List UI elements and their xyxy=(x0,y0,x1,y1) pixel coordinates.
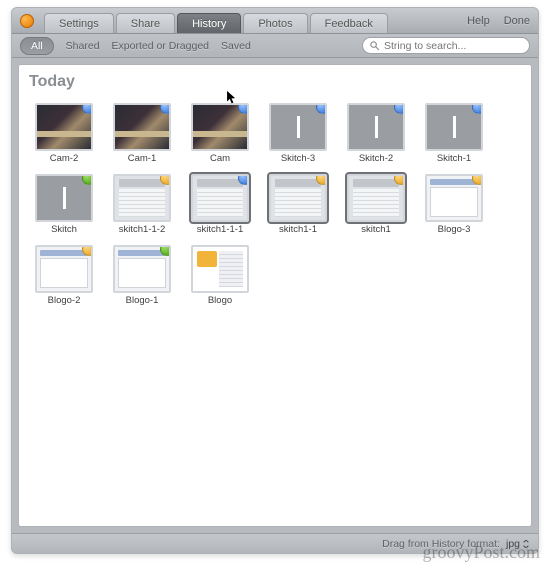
thumbnail-image[interactable] xyxy=(35,245,93,293)
orange-badge-icon xyxy=(82,245,93,256)
orange-badge-icon xyxy=(394,174,405,185)
thumb-item[interactable]: skitch1-1-1 xyxy=(183,174,257,235)
done-button[interactable]: Done xyxy=(504,15,530,27)
thumb-label: Skitch xyxy=(27,224,101,235)
app-window: SettingsShareHistoryPhotosFeedback Help … xyxy=(11,7,539,554)
thumb-item[interactable]: Blogo-3 xyxy=(417,174,491,235)
thumb-label: skitch1 xyxy=(339,224,413,235)
section-title: Today xyxy=(19,65,531,95)
thumbnail-image[interactable] xyxy=(35,174,93,222)
filter-all[interactable]: All xyxy=(20,37,54,55)
thumb-label: Skitch-1 xyxy=(417,153,491,164)
thumb-item[interactable]: skitch1-1-2 xyxy=(105,174,179,235)
thumb-label: Blogo-3 xyxy=(417,224,491,235)
filter-group: All Shared Exported or Dragged Saved xyxy=(20,37,251,55)
thumb-label: skitch1-1-1 xyxy=(183,224,257,235)
blue-badge-icon xyxy=(238,174,249,185)
green-badge-icon xyxy=(160,245,171,256)
thumbnail-image[interactable] xyxy=(191,174,249,222)
thumb-label: Blogo-2 xyxy=(27,295,101,306)
toolbar-right: Help Done xyxy=(453,8,538,33)
thumb-label: skitch1-1 xyxy=(261,224,335,235)
search-input[interactable] xyxy=(384,40,523,52)
tab-photos[interactable]: Photos xyxy=(243,13,307,33)
top-toolbar: SettingsShareHistoryPhotosFeedback Help … xyxy=(12,8,538,34)
thumbnail-image[interactable] xyxy=(425,174,483,222)
thumb-item[interactable]: skitch1-1 xyxy=(261,174,335,235)
thumb-item[interactable]: Cam-1 xyxy=(105,103,179,164)
format-value: jpg xyxy=(506,538,520,550)
thumbnail-grid: Cam-2 Cam-1 Cam Skitch-3 Skitch-2 Skitch-1 Ski… xyxy=(19,95,531,316)
thumbnail-image[interactable] xyxy=(347,174,405,222)
filter-saved[interactable]: Saved xyxy=(221,40,251,52)
thumb-label: Cam-2 xyxy=(27,153,101,164)
thumb-item[interactable]: Blogo-1 xyxy=(105,245,179,306)
search-field[interactable] xyxy=(362,37,530,54)
blue-badge-icon xyxy=(394,103,405,114)
thumb-label: Cam-1 xyxy=(105,153,179,164)
thumbnail-image[interactable] xyxy=(113,174,171,222)
filter-bar: All Shared Exported or Dragged Saved xyxy=(12,34,538,58)
thumb-item[interactable]: Cam xyxy=(183,103,257,164)
tab-strip: SettingsShareHistoryPhotosFeedback xyxy=(44,8,390,33)
orange-badge-icon xyxy=(472,174,483,185)
thumbnail-image[interactable] xyxy=(113,245,171,293)
blue-badge-icon xyxy=(472,103,483,114)
thumb-label: Skitch-3 xyxy=(261,153,335,164)
thumbnail-image[interactable] xyxy=(191,103,249,151)
tab-history[interactable]: History xyxy=(177,13,241,33)
filter-exported-or-dragged[interactable]: Exported or Dragged xyxy=(112,40,209,52)
format-dropdown[interactable]: jpg xyxy=(506,538,530,550)
thumbnail-image[interactable] xyxy=(191,245,249,293)
thumb-item[interactable]: Skitch-1 xyxy=(417,103,491,164)
content-area: Today Cam-2 Cam-1 Cam Skitch-3 Skitch-2 Skitc… xyxy=(18,64,532,527)
footer-label: Drag from History format: xyxy=(382,538,500,550)
thumbnail-image[interactable] xyxy=(269,103,327,151)
orange-badge-icon xyxy=(316,174,327,185)
tab-feedback[interactable]: Feedback xyxy=(310,13,388,33)
thumb-item[interactable]: skitch1 xyxy=(339,174,413,235)
orange-badge-icon xyxy=(160,174,171,185)
thumb-label: Blogo xyxy=(183,295,257,306)
tab-share[interactable]: Share xyxy=(116,13,175,33)
thumbnail-image[interactable] xyxy=(347,103,405,151)
blue-badge-icon xyxy=(82,103,93,114)
thumb-label: Cam xyxy=(183,153,257,164)
thumb-label: Blogo-1 xyxy=(105,295,179,306)
footer-bar: Drag from History format: jpg xyxy=(12,533,538,553)
chevron-updown-icon xyxy=(522,540,530,548)
tab-settings[interactable]: Settings xyxy=(44,13,114,33)
status-dot-icon xyxy=(20,14,34,28)
thumb-item[interactable]: Cam-2 xyxy=(27,103,101,164)
thumb-item[interactable]: Skitch-2 xyxy=(339,103,413,164)
blue-badge-icon xyxy=(316,103,327,114)
help-link[interactable]: Help xyxy=(467,15,490,27)
thumb-label: skitch1-1-2 xyxy=(105,224,179,235)
filter-shared[interactable]: Shared xyxy=(66,40,100,52)
blue-badge-icon xyxy=(238,103,249,114)
green-badge-icon xyxy=(82,174,93,185)
search-icon xyxy=(369,40,380,51)
thumb-label: Skitch-2 xyxy=(339,153,413,164)
thumbnail-image[interactable] xyxy=(425,103,483,151)
thumb-item[interactable]: Skitch-3 xyxy=(261,103,335,164)
blue-badge-icon xyxy=(160,103,171,114)
thumbnail-image[interactable] xyxy=(269,174,327,222)
thumb-item[interactable]: Skitch xyxy=(27,174,101,235)
thumb-item[interactable]: Blogo-2 xyxy=(27,245,101,306)
thumb-item[interactable]: Blogo xyxy=(183,245,257,306)
thumbnail-image[interactable] xyxy=(113,103,171,151)
thumbnail-image[interactable] xyxy=(35,103,93,151)
